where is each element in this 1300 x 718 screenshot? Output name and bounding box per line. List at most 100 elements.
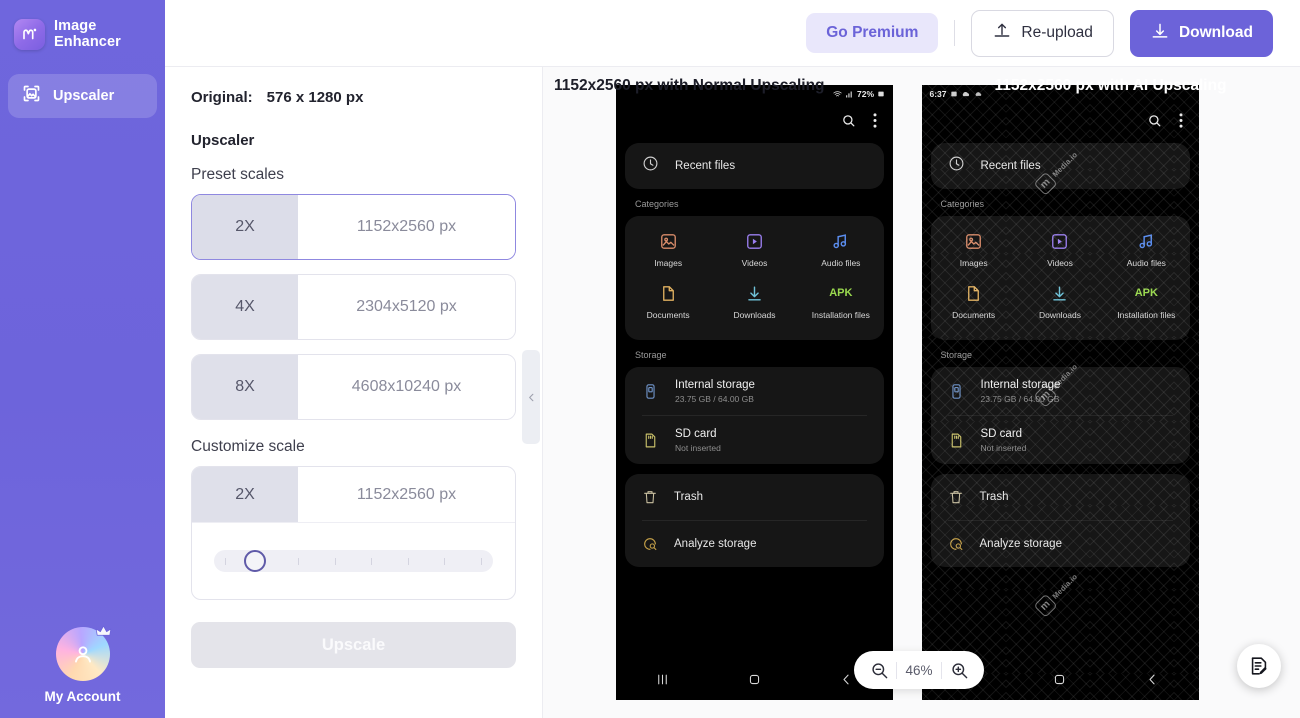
recent-files-label-ai: Recent files (980, 160, 1041, 172)
category-downloads-label-ai: Downloads (1038, 310, 1082, 320)
crown-icon (95, 624, 112, 643)
category-images-ai[interactable]: Images (931, 224, 1017, 276)
phone-preview-ai[interactable]: 6:37 Recent files Categories Images Vide… (921, 85, 1199, 700)
feedback-edit-icon[interactable] (1237, 644, 1281, 688)
status-time: 6:37 (929, 89, 947, 99)
original-size-row: Original: 576 x 1280 px (191, 89, 516, 106)
app-root: Image Enhancer Upscaler My Account Go Pr… (0, 0, 1300, 718)
collapse-panel-handle[interactable] (522, 350, 540, 444)
category-installation-files-ai[interactable]: APK Installation files (1103, 276, 1189, 328)
preview-area: 1152x2560 px with Normal Upscaling 72% R… (522, 67, 1300, 718)
pane-ai-upscaling: 6:37 Recent files Categories Images Vide… (921, 67, 1300, 718)
category-audio-label: Audio files (821, 258, 861, 268)
trash-label-ai: Trash (979, 491, 1009, 503)
download-label: Download (1178, 24, 1253, 41)
page-title: Upscaler (191, 132, 255, 149)
trash-row-ai[interactable]: Trash (931, 474, 1190, 520)
storage-sdcard-row[interactable]: SD card Not inserted (625, 416, 884, 464)
sidebar-item-upscaler[interactable]: Upscaler (8, 74, 157, 119)
storage-internal-text-ai: Internal storage 23.75 GB / 64.00 GB (981, 378, 1061, 404)
preset-scale-8x[interactable]: 8X 4608x10240 px (191, 354, 516, 420)
analyze-storage-icon (644, 538, 657, 551)
search-icon[interactable] (841, 113, 856, 133)
battery-percent: 72% (856, 89, 874, 99)
go-premium-button[interactable]: Go Premium (806, 13, 939, 53)
trash-icon (949, 491, 962, 504)
preset-scale-8x-size: 4608x10240 px (298, 355, 515, 419)
category-videos-label-ai: Videos (1047, 258, 1073, 268)
slider-handle[interactable] (244, 550, 266, 572)
storage-sdcard-row-ai[interactable]: SD card Not inserted (931, 416, 1190, 464)
customize-scale-box: 2X 1152x2560 px (191, 466, 516, 600)
controls-panel: Original: 576 x 1280 px Upscaler Preset … (165, 67, 543, 718)
zoom-in-icon[interactable] (942, 653, 976, 687)
category-documents-ai[interactable]: Documents (931, 276, 1017, 328)
slider-tick (407, 557, 409, 565)
category-images[interactable]: Images (625, 224, 711, 276)
sidebar-item-label: Upscaler (53, 88, 115, 105)
category-installation-files[interactable]: APK Installation files (798, 276, 884, 328)
apk-icon: APK (829, 287, 853, 299)
phone-preview-normal[interactable]: 72% Recent files Categories Images Video… (616, 85, 893, 700)
storage-internal-row[interactable]: Internal storage 23.75 GB / 64.00 GB (625, 367, 884, 415)
category-downloads[interactable]: Downloads (711, 276, 797, 328)
topbar: Go Premium Re-upload Download (165, 0, 1300, 67)
customize-scale-header[interactable]: 2X 1152x2560 px (192, 467, 515, 523)
phone-toolbar (616, 103, 893, 143)
storage-internal-text: Internal storage 23.75 GB / 64.00 GB (675, 378, 755, 404)
search-icon[interactable] (1147, 113, 1162, 133)
phone-navbar (616, 658, 893, 700)
analyze-storage-row[interactable]: Analyze storage (625, 521, 884, 567)
upscale-icon (21, 83, 42, 109)
category-downloads-label: Downloads (733, 310, 776, 320)
recent-files-card-ai[interactable]: Recent files (930, 143, 1190, 189)
preset-scale-2x[interactable]: 2X 1152x2560 px (191, 194, 516, 260)
category-images-label: Images (654, 258, 683, 268)
topbar-divider (954, 20, 956, 46)
category-audio-ai[interactable]: Audio files (1103, 224, 1189, 276)
trash-icon (644, 491, 656, 504)
trash-row[interactable]: Trash (625, 474, 884, 520)
recent-files-row-ai[interactable]: Recent files (931, 143, 1190, 189)
upscale-button[interactable]: Upscale (191, 622, 516, 668)
body: Original: 576 x 1280 px Upscaler Preset … (165, 67, 1300, 718)
recent-files-card[interactable]: Recent files (625, 143, 884, 189)
storage-internal-name-ai: Internal storage (980, 378, 1061, 391)
reupload-button[interactable]: Re-upload (971, 9, 1114, 57)
original-value: 576 x 1280 px (266, 89, 364, 106)
more-vertical-icon[interactable] (1179, 113, 1183, 133)
analyze-storage-row-ai[interactable]: Analyze storage (931, 521, 1190, 567)
category-downloads-ai[interactable]: Downloads (1017, 276, 1103, 328)
category-videos[interactable]: Videos (711, 224, 797, 276)
phone-toolbar-ai (922, 103, 1199, 143)
my-account[interactable]: My Account (0, 624, 165, 704)
storage-label-ai: Storage (940, 350, 973, 360)
watermark-text: Media.io (1050, 572, 1079, 601)
category-documents[interactable]: Documents (625, 276, 711, 328)
zoom-level: 46% (905, 662, 933, 678)
sidebar-nav: Upscaler (0, 74, 165, 119)
download-button[interactable]: Download (1129, 9, 1273, 57)
analyze-storage-label-ai: Analyze storage (979, 538, 1062, 550)
storage-internal-sub-ai: 23.75 GB / 64.00 GB (980, 394, 1060, 405)
media-io-logo-icon (14, 18, 45, 50)
category-videos-ai[interactable]: Videos (1017, 224, 1103, 276)
phone-storage-icon (646, 383, 655, 399)
apk-icon: APK (1134, 287, 1158, 299)
sd-card-icon (951, 433, 961, 447)
storage-internal-row-ai[interactable]: Internal storage 23.75 GB / 64.00 GB (931, 367, 1190, 415)
customize-scale-slider-area (192, 523, 515, 599)
storage-sdcard-text-ai: SD card Not inserted (981, 427, 1027, 453)
storage-sdcard-name-ai: SD card (980, 427, 1023, 440)
category-audio[interactable]: Audio files (798, 224, 884, 276)
slider-tick (225, 557, 226, 565)
more-vertical-icon[interactable] (873, 113, 877, 133)
categories-grid-ai: Images Videos Audio files Documents Down… (931, 216, 1190, 340)
categories-label: Categories (635, 199, 679, 209)
trash-label: Trash (674, 491, 703, 503)
recent-files-row[interactable]: Recent files (625, 143, 884, 189)
categories-card-ai: Images Videos Audio files Documents Down… (930, 216, 1190, 340)
zoom-out-icon[interactable] (862, 653, 896, 687)
preset-scale-4x[interactable]: 4X 2304x5120 px (191, 274, 516, 340)
scale-slider[interactable] (214, 550, 493, 572)
